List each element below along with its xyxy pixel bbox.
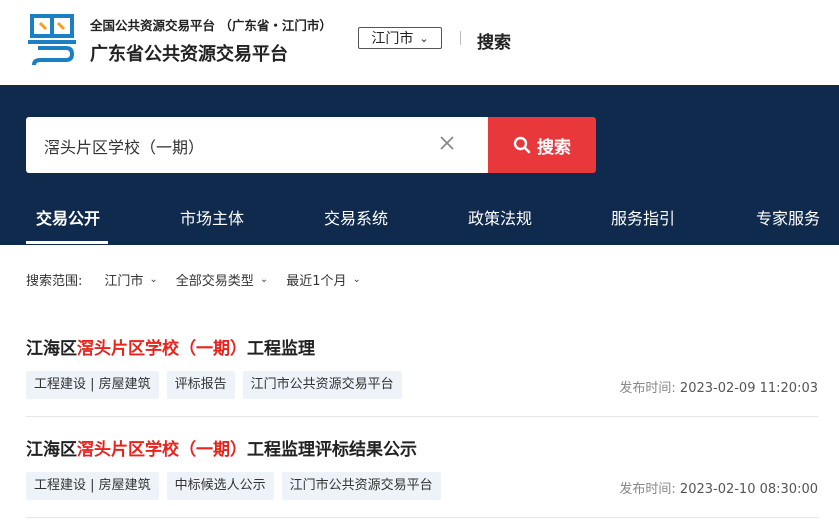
title-highlight: 滘头片区学校（一期） — [77, 440, 247, 460]
city-select[interactable]: 江门市 ⌄ — [358, 27, 442, 49]
chevron-down-icon: ⌄ — [259, 274, 269, 285]
search-hero: 搜索 交易公开 市场主体 交易系统 政策法规 服务指引 专家服务 — [0, 85, 839, 245]
site-header: 全国公共资源交易平台 （广东省・江门市） 广东省公共资源交易平台 江门市 ⌄ 搜… — [0, 0, 839, 85]
result-tags: 工程建设 | 房屋建筑 中标候选人公示 江门市公共资源交易平台 — [26, 472, 441, 500]
filter-period-value: 最近1个月 — [286, 274, 347, 289]
nav-item-expert-service[interactable]: 专家服务 — [756, 205, 820, 229]
filter-type-value: 全部交易类型 — [175, 274, 254, 289]
publish-time-value: 2023-02-09 11:20:03 — [679, 381, 818, 396]
publish-time-value: 2023-02-10 08:30:00 — [679, 482, 818, 497]
filter-type[interactable]: 全部交易类型 ⌄ — [176, 270, 268, 289]
title-suffix: 工程监理 — [247, 339, 315, 359]
nav-active-indicator — [26, 241, 108, 244]
result-tags: 工程建设 | 房屋建筑 评标报告 江门市公共资源交易平台 — [26, 371, 402, 399]
chevron-down-icon: ⌄ — [352, 274, 361, 285]
search-link[interactable]: 搜索 — [477, 28, 511, 53]
site-title[interactable]: 广东省公共资源交易平台 — [90, 40, 288, 66]
nav-item-service-guide[interactable]: 服务指引 — [611, 205, 675, 229]
nav-item-trade-system[interactable]: 交易系统 — [324, 205, 388, 229]
divider — [460, 31, 461, 45]
publish-time: 发布时间: 2023-02-10 08:30:00 — [619, 478, 818, 497]
result-item: 江海区滘头片区学校（一期）工程监理 工程建设 | 房屋建筑 评标报告 江门市公共… — [26, 334, 818, 417]
title-prefix: 江海区 — [26, 440, 77, 460]
publish-time: 发布时间: 2023-02-09 11:20:03 — [619, 377, 818, 396]
publish-time-label: 发布时间: — [619, 482, 676, 497]
clear-icon[interactable] — [436, 132, 458, 154]
nav-item-market-entity[interactable]: 市场主体 — [180, 205, 244, 229]
title-suffix: 工程监理评标结果公示 — [247, 440, 417, 460]
yue-logo-icon[interactable] — [26, 12, 78, 68]
publish-time-label: 发布时间: — [619, 381, 676, 396]
city-select-value: 江门市 — [371, 31, 414, 47]
result-title[interactable]: 江海区滘头片区学校（一期）工程监理评标结果公示 — [26, 435, 818, 460]
chevron-down-icon: ⌄ — [419, 31, 429, 45]
tag-type[interactable]: 中标候选人公示 — [166, 472, 274, 500]
main-nav: 交易公开 市场主体 交易系统 政策法规 服务指引 专家服务 — [0, 193, 839, 245]
search-button[interactable]: 搜索 — [488, 117, 596, 173]
filter-city[interactable]: 江门市 ⌄ — [104, 270, 157, 289]
search-box — [26, 117, 488, 175]
search-filters: 搜索范围: 江门市 ⌄ 全部交易类型 ⌄ 最近1个月 ⌄ — [26, 270, 379, 289]
filter-period[interactable]: 最近1个月 ⌄ — [286, 270, 361, 289]
search-icon — [513, 136, 531, 154]
chevron-down-icon: ⌄ — [149, 274, 158, 285]
tag-type[interactable]: 评标报告 — [166, 371, 235, 399]
nav-item-trade-public[interactable]: 交易公开 — [36, 205, 100, 229]
tag-platform[interactable]: 江门市公共资源交易平台 — [281, 472, 441, 500]
site-subtitle: 全国公共资源交易平台 （广东省・江门市） — [90, 18, 332, 33]
title-prefix: 江海区 — [26, 339, 77, 359]
tag-category[interactable]: 工程建设 | 房屋建筑 — [26, 472, 159, 500]
filter-label: 搜索范围: — [26, 274, 83, 289]
result-item: 江海区滘头片区学校（一期）工程监理评标结果公示 工程建设 | 房屋建筑 中标候选… — [26, 435, 818, 518]
search-button-label: 搜索 — [537, 137, 571, 158]
filter-city-value: 江门市 — [104, 274, 144, 289]
nav-item-policy[interactable]: 政策法规 — [468, 205, 532, 229]
tag-category[interactable]: 工程建设 | 房屋建筑 — [26, 371, 159, 399]
tag-platform[interactable]: 江门市公共资源交易平台 — [242, 371, 402, 399]
search-input[interactable] — [42, 117, 426, 175]
result-title[interactable]: 江海区滘头片区学校（一期）工程监理 — [26, 334, 818, 359]
title-highlight: 滘头片区学校（一期） — [77, 339, 247, 359]
